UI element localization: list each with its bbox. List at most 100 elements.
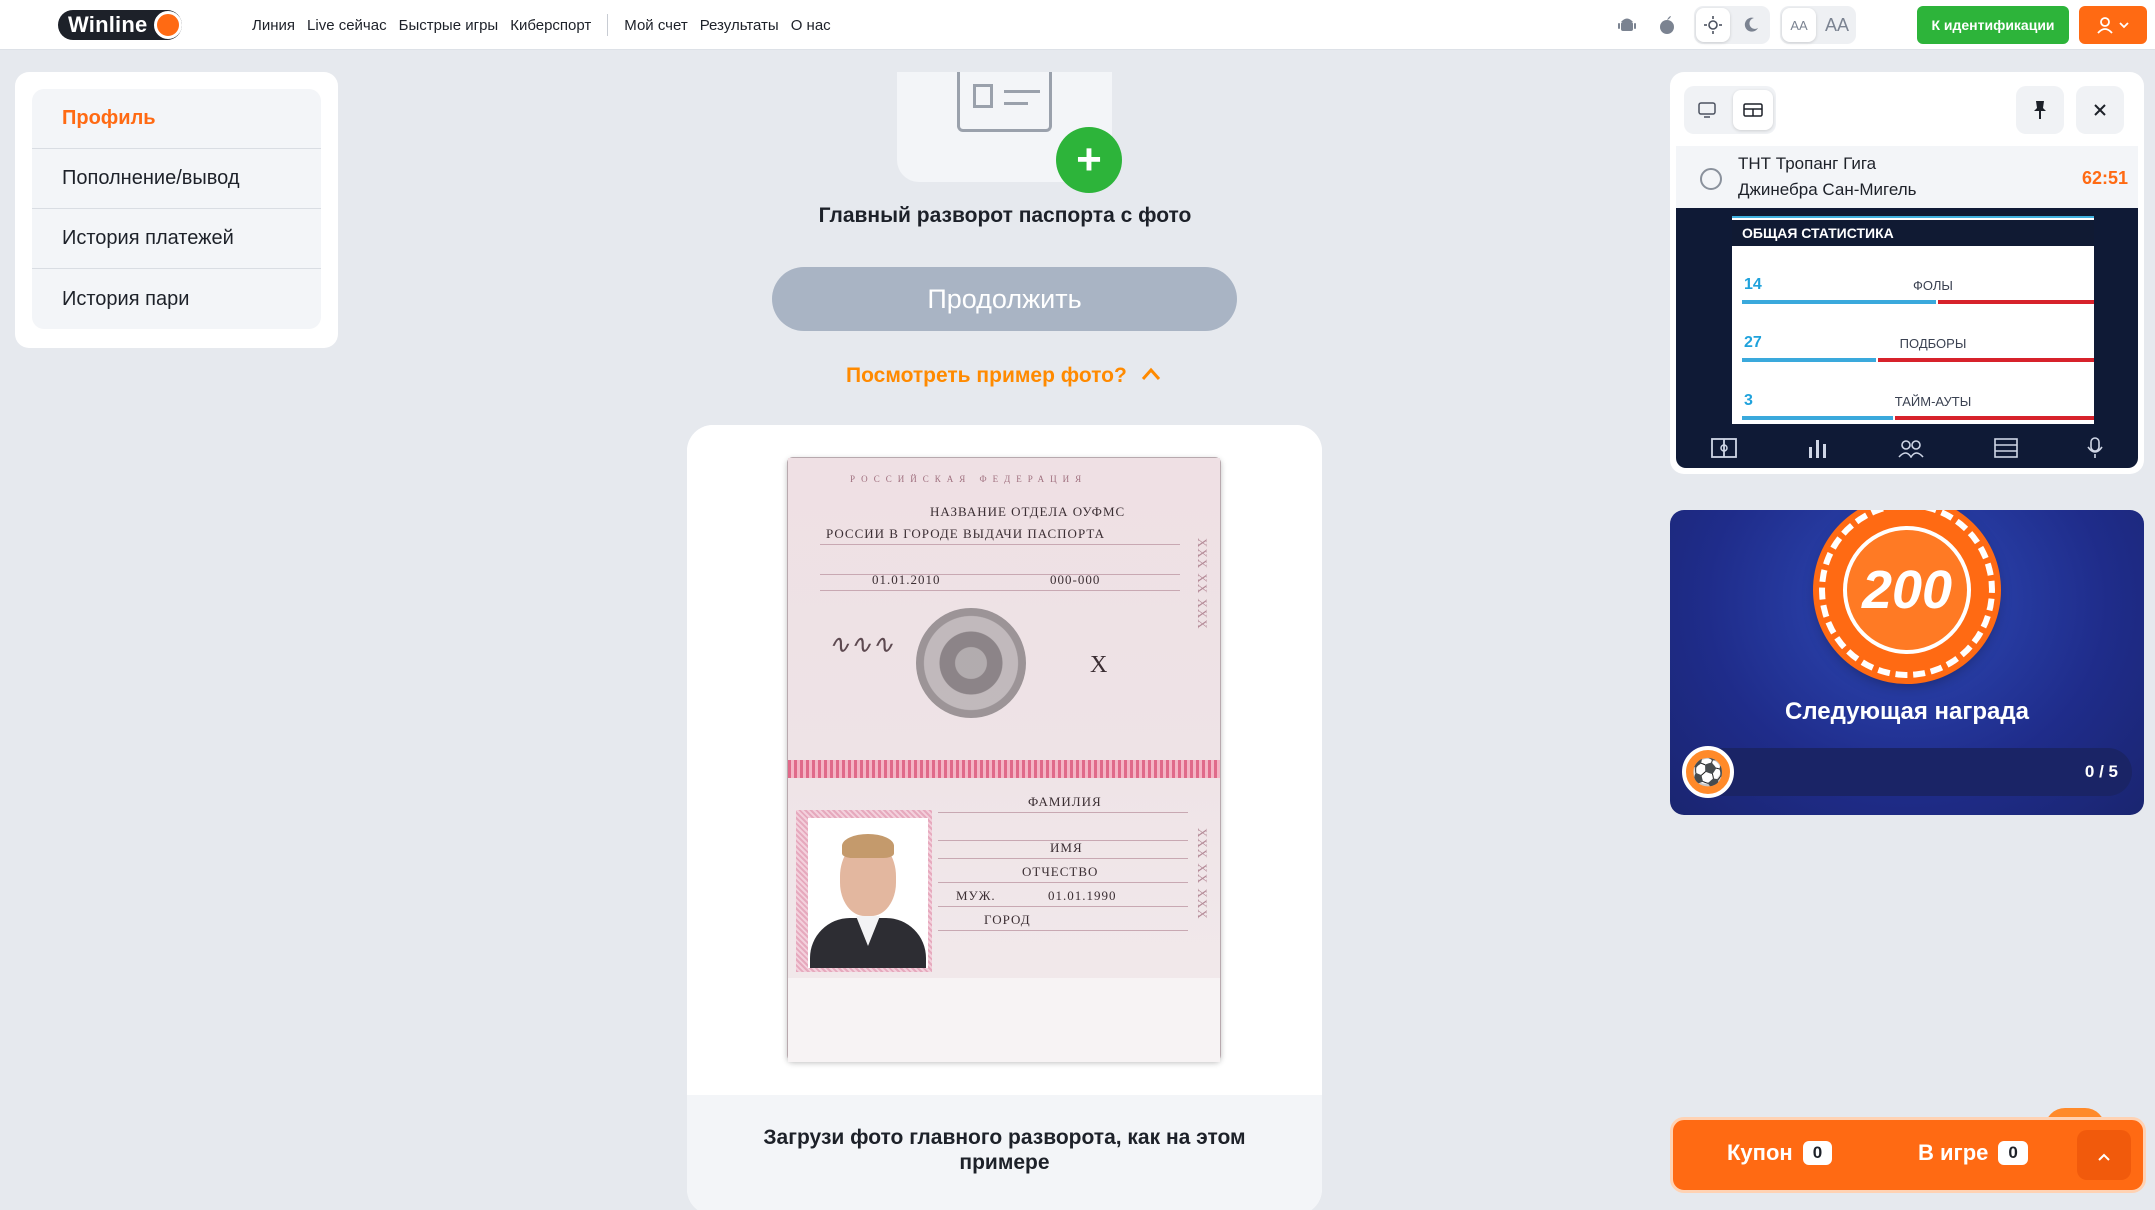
stat-name: ФОЛЫ (1913, 278, 1953, 293)
live-stats-widget: ТНТ Тропанг Гига Джинебра Сан-Мигель 62:… (1670, 72, 2144, 474)
passport-country: РОССИЙСКАЯ ФЕДЕРАЦИЯ (850, 474, 1088, 484)
nav-my-account[interactable]: Мой счет (618, 17, 693, 34)
id-card-icon (957, 72, 1052, 132)
stats-board: ОБЩАЯ СТАТИСТИКА 14 ФОЛЫ 27 ПОДБОРЫ 3 ТА… (1676, 208, 2138, 468)
court-icon[interactable] (1710, 438, 1737, 458)
font-big-button[interactable]: AA (1820, 8, 1854, 42)
nav-about[interactable]: О нас (785, 17, 837, 34)
chevron-up-icon (1141, 367, 1160, 380)
in-game-label: В игре (1918, 1140, 1989, 1165)
casino-chip-icon: 200 (1819, 510, 1995, 678)
passport-issuer-1: НАЗВАНИЕ ОТДЕЛА ОУФМС (930, 504, 1126, 519)
match-header[interactable]: ТНТ Тропанг Гига Джинебра Сан-Мигель 62:… (1676, 146, 2138, 208)
view-example-label: Посмотреть пример фото? (846, 364, 1127, 387)
bar-chart-icon[interactable] (1806, 437, 1828, 459)
view-example-link[interactable]: Посмотреть пример фото? (846, 364, 1161, 388)
widget-toolbar (1684, 86, 2130, 134)
team-1-name: ТНТ Тропанг Гига (1738, 154, 1877, 173)
reward-count: 0 / 5 (2084, 762, 2118, 781)
nav-divider (607, 14, 609, 36)
in-game-tab[interactable]: В игре 0 (1918, 1140, 2028, 1166)
team-2-name: Джинебра Сан-Мигель (1738, 180, 1917, 199)
continue-button[interactable]: Продолжить (772, 267, 1237, 331)
sidebar-item-payment-history[interactable]: История платежей (32, 209, 321, 269)
font-size-switch: AA AA (1780, 6, 1856, 44)
coupon-count: 0 (1802, 1141, 1833, 1165)
stat-name: ТАЙМ-АУТЫ (1894, 394, 1972, 409)
user-menu-button[interactable] (2079, 6, 2147, 44)
coupon-label: Купон (1727, 1140, 1793, 1165)
passport-surname: ФАМИЛИЯ (1028, 794, 1102, 809)
passport-issuer-2: РОССИИ В ГОРОДЕ ВЫДАЧИ ПАСПОРТА (826, 526, 1106, 541)
sun-icon[interactable] (1696, 8, 1730, 42)
stats-panel: ОБЩАЯ СТАТИСТИКА 14 ФОЛЫ 27 ПОДБОРЫ 3 ТА… (1732, 212, 2094, 424)
sidebar-item-bet-history[interactable]: История пари (32, 269, 321, 329)
chip-value: 200 (1861, 560, 1953, 620)
passport-sex: МУЖ. (956, 888, 996, 903)
stat-row: 27 ПОДБОРЫ (1732, 328, 2094, 368)
coupon-tab[interactable]: Купон 0 (1727, 1140, 1833, 1166)
nav-line[interactable]: Линия (246, 17, 301, 34)
stat-bar-right (1878, 358, 2094, 362)
state-seal-icon (916, 608, 1026, 718)
basketball-icon (1700, 168, 1722, 190)
android-icon[interactable] (1610, 8, 1644, 42)
nav-fast-games[interactable]: Быстрые игры (393, 17, 505, 34)
apple-icon[interactable] (1650, 8, 1684, 42)
scoreboard-icon[interactable] (1733, 90, 1773, 130)
upload-title: Главный разворот паспорта с фото (818, 204, 1192, 227)
example-image-area: РОССИЙСКАЯ ФЕДЕРАЦИЯ НАЗВАНИЕ ОТДЕЛА ОУФ… (687, 425, 1322, 1095)
passport-mark: X (1090, 652, 1108, 678)
next-reward-banner[interactable]: 200 Следующая награда ⚽ 0 / 5 (1670, 510, 2144, 815)
sidebar-item-profile[interactable]: Профиль (32, 89, 321, 149)
list-icon[interactable] (1993, 438, 2018, 458)
stat-bar-left (1742, 358, 1876, 362)
signature-icon: ∿∿∿ (828, 630, 894, 659)
stat-row: 14 ФОЛЫ (1732, 270, 2094, 310)
stat-name: ПОДБОРЫ (1899, 336, 1967, 351)
stat-bar-right (1895, 416, 2094, 420)
passport-example-image: РОССИЙСКАЯ ФЕДЕРАЦИЯ НАЗВАНИЕ ОТДЕЛА ОУФ… (787, 457, 1221, 1062)
add-photo-button[interactable]: + (1056, 127, 1122, 193)
reward-title: Следующая награда (1785, 698, 2029, 725)
main-nav: Линия Live сейчас Быстрые игры Киберспор… (246, 0, 837, 50)
profile-sidebar: Профиль Пополнение/вывод История платеже… (15, 72, 338, 348)
example-caption: Загрузи фото главного разворота, как на … (763, 1126, 1246, 1174)
players-icon[interactable] (1898, 438, 1924, 458)
passport-issue-date: 01.01.2010 (872, 572, 941, 587)
stat-bar-left (1742, 300, 1936, 304)
stat-row: 3 ТАЙМ-АУТЫ (1732, 386, 2094, 426)
font-small-button[interactable]: AA (1782, 8, 1816, 42)
logo-dot (154, 11, 182, 39)
stat-bar-right (1938, 300, 2094, 304)
sidebar-menu: Профиль Пополнение/вывод История платеже… (32, 89, 321, 329)
reward-progress: ⚽ 0 / 5 (1682, 746, 2132, 798)
logo-text: Winline (68, 12, 148, 37)
close-icon[interactable] (2076, 86, 2124, 134)
pin-icon[interactable] (2016, 86, 2064, 134)
widget-view-tabs (1684, 86, 1776, 134)
nav-live[interactable]: Live сейчас (301, 17, 393, 34)
passport-name: ИМЯ (1050, 840, 1083, 855)
user-icon (2097, 17, 2113, 34)
sidebar-item-deposit-withdraw[interactable]: Пополнение/вывод (32, 149, 321, 209)
example-caption-area: Загрузи фото главного разворота, как на … (687, 1095, 1322, 1210)
in-game-count: 0 (1998, 1141, 2028, 1165)
nav-esports[interactable]: Киберспорт (504, 17, 597, 34)
winline-logo[interactable]: Winline (58, 10, 182, 40)
top-header: Winline Линия Live сейчас Быстрые игры К… (0, 0, 2155, 50)
widget-footer-nav (1676, 428, 2138, 468)
nav-results[interactable]: Результаты (694, 17, 785, 34)
tv-icon[interactable] (1687, 90, 1727, 130)
header-tools: AA AA (1610, 6, 1856, 44)
passport-birth-date: 01.01.1990 (1048, 888, 1117, 903)
bet-slip-bar: Купон 0 В игре 0 (1670, 1117, 2146, 1193)
microphone-icon[interactable] (2087, 437, 2103, 459)
expand-bet-slip-button[interactable] (2077, 1130, 2131, 1180)
theme-switch (1694, 6, 1770, 44)
identification-button[interactable]: К идентификации (1917, 6, 2069, 44)
chevron-up-icon (2098, 1153, 2110, 1161)
match-time: 62:51 (2081, 168, 2128, 188)
moon-icon[interactable] (1734, 8, 1768, 42)
passport-birth-place: ГОРОД (984, 912, 1031, 927)
